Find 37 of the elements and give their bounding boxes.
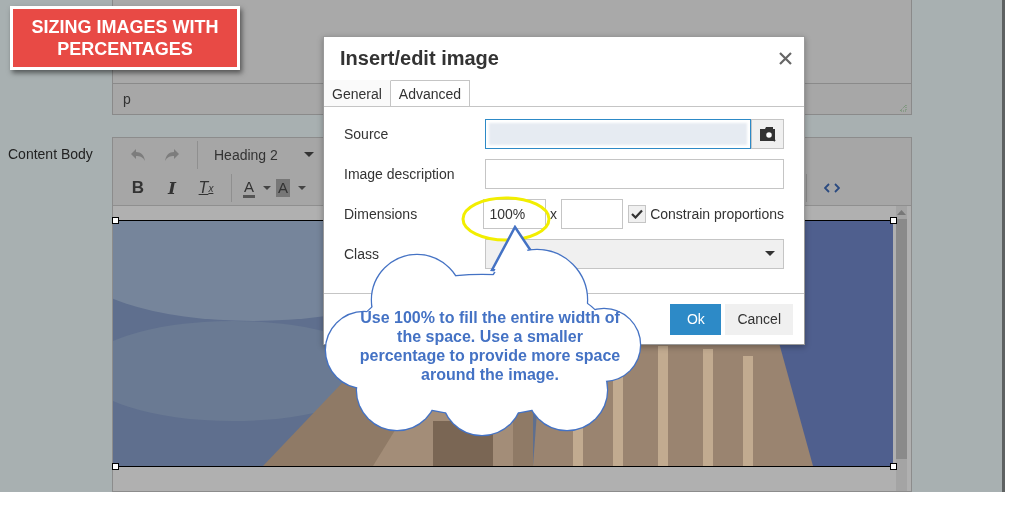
caret-icon xyxy=(298,185,306,191)
resize-grip-icon[interactable] xyxy=(899,104,907,112)
resize-handle[interactable] xyxy=(890,217,897,224)
resize-handle[interactable] xyxy=(890,463,897,470)
scrollbar[interactable] xyxy=(896,206,907,491)
format-dropdown[interactable]: Heading 2 xyxy=(206,140,318,169)
width-field[interactable]: 100% xyxy=(483,199,546,229)
resize-handle[interactable] xyxy=(112,463,119,470)
checkbox-label: Constrain proportions xyxy=(650,206,784,222)
italic-button[interactable]: I xyxy=(155,174,189,202)
field-label: Class xyxy=(344,246,380,262)
text-color-button[interactable]: A xyxy=(240,174,274,202)
height-field[interactable] xyxy=(560,199,624,229)
title-banner: SIZING IMAGES WITH PERCENTAGES xyxy=(10,6,240,70)
field-label: Content Body xyxy=(8,146,93,162)
browse-button[interactable] xyxy=(751,119,784,149)
cancel-button[interactable]: Cancel xyxy=(725,303,793,335)
caret-icon xyxy=(765,251,775,257)
callout-text: Use 100% to fill the entire width of the space. Use a smaller percentage to provide more space around the image. xyxy=(358,308,622,384)
close-icon[interactable] xyxy=(779,51,792,65)
bold-button[interactable]: B xyxy=(121,174,155,202)
resize-handle[interactable] xyxy=(112,217,119,224)
element-path: p xyxy=(123,91,131,107)
caret-icon xyxy=(263,185,271,191)
source-field[interactable] xyxy=(485,119,751,149)
tab[interactable]: Advanced xyxy=(390,80,471,106)
field-label: Image description xyxy=(344,166,456,182)
description-field[interactable] xyxy=(485,159,784,189)
caret-icon xyxy=(304,151,314,158)
dimension-separator: x xyxy=(549,206,557,222)
field-label: Dimensions xyxy=(344,206,419,222)
dialog-title: Insert/edit image xyxy=(340,46,499,70)
background-color-button[interactable]: A xyxy=(274,174,308,202)
checkbox[interactable] xyxy=(628,205,647,223)
tab[interactable]: General xyxy=(324,80,391,106)
ok-button[interactable]: Ok xyxy=(670,303,722,335)
field-label: Source xyxy=(344,126,390,142)
